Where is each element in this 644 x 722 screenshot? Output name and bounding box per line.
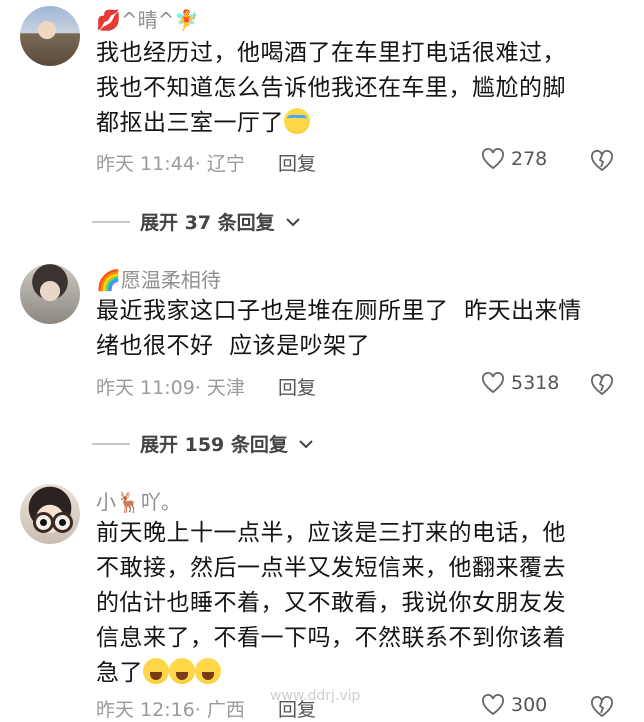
- tears-of-joy-emoji-icon: [143, 658, 169, 684]
- location: · 广西: [194, 699, 245, 721]
- timestamp: 昨天 11:09: [96, 377, 195, 399]
- expand-replies-label: 展开 159 条回复: [140, 434, 288, 456]
- divider-line: [92, 220, 130, 223]
- dislike-button[interactable]: [590, 696, 614, 722]
- broken-heart-icon: [591, 374, 613, 396]
- watermark: www.ddrj.vip: [270, 688, 361, 704]
- comment-text: 最近我家这口子也是堆在厕所里了 昨天出来情 绪也很不好 应该是吵架了: [96, 298, 582, 359]
- avatar[interactable]: [20, 484, 80, 544]
- comment-text: 前天晚上十一点半，应该是三打来的电话，他 不敢接，然后一点半又发短信来，他翻来覆…: [96, 516, 616, 691]
- comment-meta: 昨天 12:16· 广西: [96, 695, 245, 722]
- comment-meta: 昨天 11:09· 天津: [96, 373, 245, 400]
- comment-text-content: 我也经历过，他喝酒了在车里打电话很难过， 我也不知道怎么告诉他我还在车里，尴尬的…: [96, 40, 566, 136]
- tears-of-joy-emoji-icon: [169, 658, 195, 684]
- location: · 辽宁: [194, 153, 245, 175]
- chevron-down-icon: [299, 439, 313, 448]
- like-count: 300: [511, 694, 548, 716]
- avatar-eye: [52, 512, 73, 533]
- like-button[interactable]: 300: [481, 694, 547, 716]
- expand-replies-label: 展开 37 条回复: [140, 212, 275, 234]
- reply-button[interactable]: 回复: [278, 373, 316, 400]
- chevron-down-icon: [285, 217, 300, 226]
- heart-outline-icon: [482, 694, 504, 716]
- like-button[interactable]: 5318: [481, 372, 559, 394]
- avatar[interactable]: [20, 264, 80, 324]
- username[interactable]: 💋^晴^🧚: [96, 4, 199, 33]
- dislike-button[interactable]: [590, 150, 614, 176]
- comment-text: 我也经历过，他喝酒了在车里打电话很难过， 我也不知道怎么告诉他我还在车里，尴尬的…: [96, 36, 616, 141]
- broken-heart-icon: [591, 150, 613, 172]
- comment-meta: 昨天 11:44· 辽宁: [96, 149, 245, 176]
- timestamp: 昨天 12:16: [96, 699, 195, 721]
- heart-outline-icon: [482, 372, 504, 394]
- heart-outline-icon: [482, 148, 504, 170]
- username[interactable]: 小🦌吖。: [96, 486, 181, 515]
- expand-replies[interactable]: 展开 37 条回复: [92, 208, 301, 235]
- comment-text-content: 前天晚上十一点半，应该是三打来的电话，他 不敢接，然后一点半又发短信来，他翻来覆…: [96, 520, 566, 686]
- username[interactable]: 🌈愿温柔相待: [96, 264, 221, 293]
- reply-button[interactable]: 回复: [278, 149, 316, 176]
- tears-of-joy-emoji-icon: [195, 658, 221, 684]
- timestamp: 昨天 11:44: [96, 153, 195, 175]
- expand-replies[interactable]: 展开 159 条回复: [92, 430, 314, 457]
- broken-heart-icon: [591, 696, 613, 718]
- like-button[interactable]: 278: [481, 148, 547, 170]
- location: · 天津: [194, 377, 245, 399]
- dislike-button[interactable]: [590, 374, 614, 400]
- avatar[interactable]: [20, 6, 80, 66]
- divider-line: [92, 442, 130, 445]
- like-count: 278: [511, 148, 548, 170]
- avatar-eye: [33, 512, 54, 533]
- like-count: 5318: [511, 372, 560, 394]
- weary-face-emoji-icon: [284, 108, 310, 134]
